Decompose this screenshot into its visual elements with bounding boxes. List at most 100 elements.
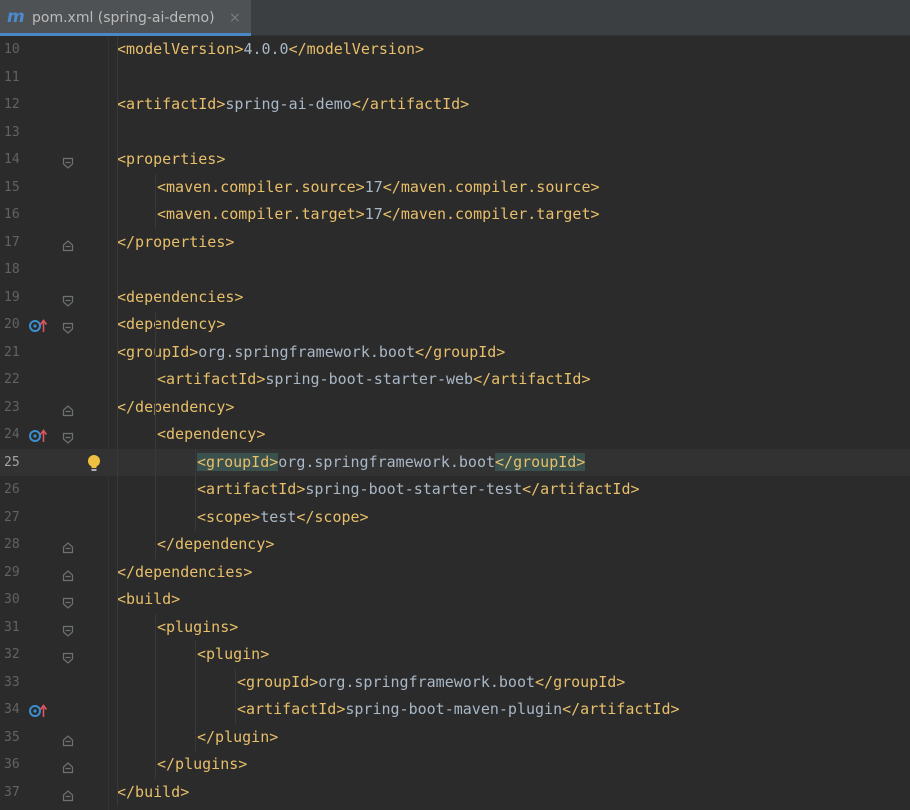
fold-open-icon[interactable] <box>62 292 74 307</box>
tag-open: <dependencies> <box>117 287 244 306</box>
tag-value: 17 <box>364 205 383 223</box>
tag-open: <modelVersion> <box>117 40 244 58</box>
fold-close-icon[interactable] <box>62 237 74 251</box>
fold-open-icon[interactable] <box>62 622 74 637</box>
fold-open-icon[interactable] <box>62 429 74 444</box>
code-line-31[interactable]: 31 <plugins> <box>0 614 910 642</box>
tag-open: <groupId> <box>237 672 319 691</box>
code-line-19[interactable]: 19 <dependencies> <box>0 284 910 312</box>
code-line-15[interactable]: 15 <maven.compiler.source>17</maven.compi… <box>0 174 910 202</box>
tag-close: </artifactId> <box>351 95 470 113</box>
tag-close: </groupId> <box>415 342 506 361</box>
code-text: </plugin> <box>197 724 278 752</box>
code-line-37[interactable]: 37 </build> <box>0 779 910 807</box>
code-line-11[interactable]: 11 <box>0 64 910 92</box>
line-number: 30 <box>4 592 20 607</box>
code-text: <artifactId>spring-boot-starter-web</art… <box>157 366 591 394</box>
lightbulb-icon[interactable] <box>86 454 102 472</box>
code-line-33[interactable]: 33 <groupId>org.springframework.boot</gro… <box>0 669 910 697</box>
code-text: </build> <box>117 779 189 807</box>
tag-value: 4.0.0 <box>243 40 289 58</box>
maven-file-icon: m <box>7 7 25 27</box>
code-editor[interactable]: 10 <modelVersion>4.0.0</modelVersion> 11 12… <box>0 36 910 810</box>
fold-close-icon[interactable] <box>62 539 74 554</box>
tag-open: </build> <box>117 782 190 801</box>
tag-open: <artifactId> <box>197 480 306 498</box>
line-number: 19 <box>4 289 20 305</box>
code-text: <artifactId>spring-boot-maven-plugin</ar… <box>237 696 680 724</box>
code-line-21[interactable]: 21 <groupId>org.springframework.boot</gro… <box>0 339 910 367</box>
override-up-arrow-icon[interactable] <box>29 703 48 717</box>
code-line-36[interactable]: 36 </plugins> <box>0 751 910 779</box>
code-line-25[interactable]: 25 <groupId>org.springframework.boot</gro… <box>0 448 910 476</box>
tag-close: </maven.compiler.target> <box>382 205 600 223</box>
line-number: 31 <box>4 619 20 635</box>
tag-open: <groupId> <box>117 342 199 361</box>
code-text: <properties> <box>117 146 225 174</box>
line-number: 16 <box>4 207 20 222</box>
code-text: <dependency> <box>157 421 265 449</box>
tab-close-icon[interactable]: × <box>229 9 241 27</box>
override-up-arrow-icon[interactable] <box>29 318 48 332</box>
code-line-12[interactable]: 12 <artifactId>spring-ai-demo</artifactId… <box>0 91 910 119</box>
line-number: 18 <box>4 262 20 277</box>
code-line-27[interactable]: 27 <scope>test</scope> <box>0 504 910 532</box>
code-line-29[interactable]: 29 </dependencies> <box>0 559 910 587</box>
code-line-10[interactable]: 10 <modelVersion>4.0.0</modelVersion> <box>0 36 910 64</box>
code-line-13[interactable]: 13 <box>0 119 910 147</box>
code-line-20[interactable]: 20 <dependency> <box>0 311 910 339</box>
code-line-32[interactable]: 32 <plugin> <box>0 641 910 669</box>
line-number: 36 <box>4 757 20 772</box>
code-text: <groupId>org.springframework.boot</group… <box>237 669 625 697</box>
line-number: 20 <box>4 317 20 332</box>
code-line-16[interactable]: 16 <maven.compiler.target>17</maven.compi… <box>0 201 910 229</box>
fold-open-icon[interactable] <box>62 319 74 334</box>
code-line-28[interactable]: 28 </dependency> <box>0 531 910 559</box>
fold-close-icon[interactable] <box>62 402 74 416</box>
tag-value: org.springframework.boot <box>278 452 496 471</box>
code-line-34[interactable]: 34 <artifactId>spring-boot-maven-plugin</… <box>0 696 910 724</box>
indent-guide <box>155 311 156 559</box>
code-line-35[interactable]: 35 </plugin> <box>0 724 910 752</box>
tag-value: org.springframework.boot <box>198 342 416 361</box>
line-number: 33 <box>4 674 20 690</box>
indent-guide <box>195 641 196 751</box>
code-line-30[interactable]: 30 <build> <box>0 586 910 614</box>
tag-open: <dependency> <box>157 425 266 443</box>
fold-open-icon[interactable] <box>62 649 74 664</box>
tag-open: <maven.compiler.source> <box>157 177 365 196</box>
tab-pom-xml[interactable]: m pom.xml (spring-ai-demo) × <box>0 0 251 36</box>
tag-value: spring-boot-starter-test <box>305 480 523 498</box>
code-line-17[interactable]: 17 </properties> <box>0 229 910 257</box>
line-number: 27 <box>4 509 20 525</box>
override-up-arrow-icon[interactable] <box>29 428 48 442</box>
code-line-22[interactable]: 22 <artifactId>spring-boot-starter-web</a… <box>0 366 910 394</box>
code-line-18[interactable]: 18 <box>0 256 910 284</box>
code-line-24[interactable]: 24 <dependency> <box>0 421 910 449</box>
code-text: <artifactId>spring-boot-starter-test</ar… <box>197 476 640 504</box>
indent-guide <box>235 668 236 724</box>
code-line-14[interactable]: 14 <properties> <box>0 146 910 174</box>
line-number: 28 <box>4 537 20 552</box>
tag-open: </plugins> <box>157 755 248 773</box>
tag-close: </groupId> <box>495 452 586 471</box>
fold-close-icon[interactable] <box>62 787 74 801</box>
code-text: </plugins> <box>157 751 247 779</box>
code-line-23[interactable]: 23 </dependency> <box>0 394 910 422</box>
tag-open: </dependency> <box>157 535 275 553</box>
fold-open-icon[interactable] <box>62 594 74 609</box>
line-number: 32 <box>4 647 20 662</box>
fold-close-icon[interactable] <box>62 567 74 581</box>
fold-close-icon[interactable] <box>62 759 74 774</box>
tag-open: <plugins> <box>157 617 239 636</box>
line-number: 22 <box>4 372 20 387</box>
tag-close: </maven.compiler.source> <box>382 177 600 196</box>
tag-close: </modelVersion> <box>288 40 425 58</box>
fold-open-icon[interactable] <box>62 154 74 169</box>
line-number: 35 <box>4 729 20 745</box>
code-line-26[interactable]: 26 <artifactId>spring-boot-starter-test</… <box>0 476 910 504</box>
code-text: <groupId>org.springframework.boot</group… <box>117 339 505 367</box>
code-text: </dependency> <box>157 531 274 559</box>
fold-close-icon[interactable] <box>62 732 74 746</box>
indent-guide <box>117 36 118 806</box>
